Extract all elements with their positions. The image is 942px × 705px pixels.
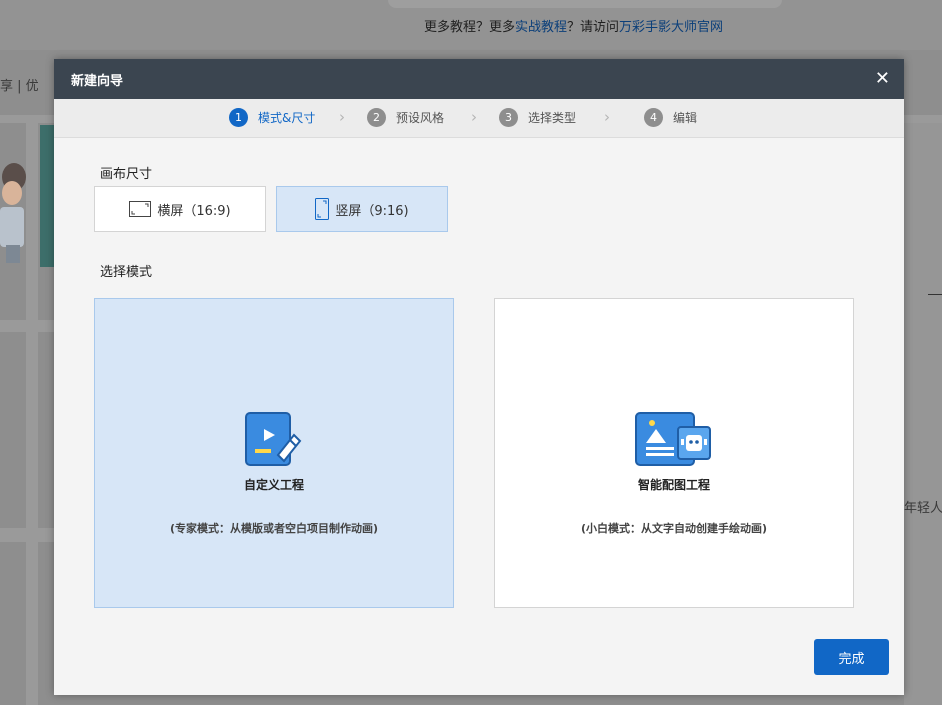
landscape-icon	[129, 201, 152, 217]
custom-project-desc: (专家模式：从模版或者空白项目制作动画)	[169, 522, 379, 535]
new-wizard-dialog: 新建向导 ✕ 1 模式&尺寸 › 2 预设风格 › 3 选择类型 › 4 编辑 …	[54, 59, 904, 695]
chevron-right-icon: ›	[471, 108, 477, 126]
landscape-label: 横屏（16:9)	[157, 203, 231, 219]
background-promo: 更多教程？更多实战教程？请访问万彩手影大师官网	[424, 20, 724, 35]
background-line	[928, 294, 942, 295]
portrait-label: 竖屏（9:16)	[335, 203, 409, 219]
wizard-steps: 1 模式&尺寸 › 2 预设风格 › 3 选择类型 › 4 编辑	[54, 99, 904, 138]
landscape-size-button[interactable]: 横屏（16:9)	[94, 186, 266, 232]
chevron-right-icon: ›	[604, 108, 610, 126]
canvas-size-label: 画布尺寸	[100, 167, 153, 182]
dialog-title-bar: 新建向导 ✕	[54, 59, 904, 99]
step-edit[interactable]: 4 编辑	[644, 108, 697, 127]
portrait-icon	[315, 198, 330, 220]
step-number: 4	[644, 108, 663, 127]
step-number: 2	[367, 108, 386, 127]
smart-image-project-title: 智能配图工程	[637, 478, 710, 492]
portrait-size-button[interactable]: 竖屏（9:16)	[276, 186, 448, 232]
step-label: 选择类型	[528, 111, 577, 125]
background-search-bar	[388, 0, 782, 8]
dialog-title: 新建向导	[71, 73, 124, 89]
done-button[interactable]: 完成	[814, 639, 889, 675]
select-mode-label: 选择模式	[100, 265, 153, 280]
smart-image-icon	[635, 412, 711, 466]
chevron-right-icon: ›	[339, 108, 345, 126]
step-label: 预设风格	[396, 111, 445, 125]
step-number: 3	[499, 108, 518, 127]
custom-project-title: 自定义工程	[243, 478, 304, 492]
custom-project-icon	[245, 412, 302, 466]
background-divider	[904, 123, 942, 705]
background-divider	[26, 123, 38, 705]
step-mode-size[interactable]: 1 模式&尺寸	[229, 108, 315, 127]
step-select-type[interactable]: 3 选择类型	[499, 108, 576, 127]
tutorial-link[interactable]: 实战教程	[515, 20, 567, 35]
background-nav: 享 | 优	[0, 79, 39, 94]
step-label: 编辑	[673, 111, 698, 125]
smart-image-project-desc: (小白模式：从文字自动创建手绘动画)	[580, 522, 768, 535]
official-site-link[interactable]: 万彩手影大师官网	[619, 20, 723, 35]
background-text: 年轻人	[904, 501, 942, 516]
step-number: 1	[229, 108, 248, 127]
smart-image-project-card[interactable]: 智能配图工程 (小白模式：从文字自动创建手绘动画)	[494, 298, 854, 608]
step-preset-style[interactable]: 2 预设风格	[367, 108, 444, 127]
background-thumbnail	[40, 125, 54, 267]
custom-project-card[interactable]: 自定义工程 (专家模式：从模版或者空白项目制作动画)	[94, 298, 454, 608]
close-icon[interactable]: ✕	[875, 70, 890, 88]
step-label: 模式&尺寸	[258, 111, 316, 125]
cartoon-character-image	[0, 163, 26, 263]
